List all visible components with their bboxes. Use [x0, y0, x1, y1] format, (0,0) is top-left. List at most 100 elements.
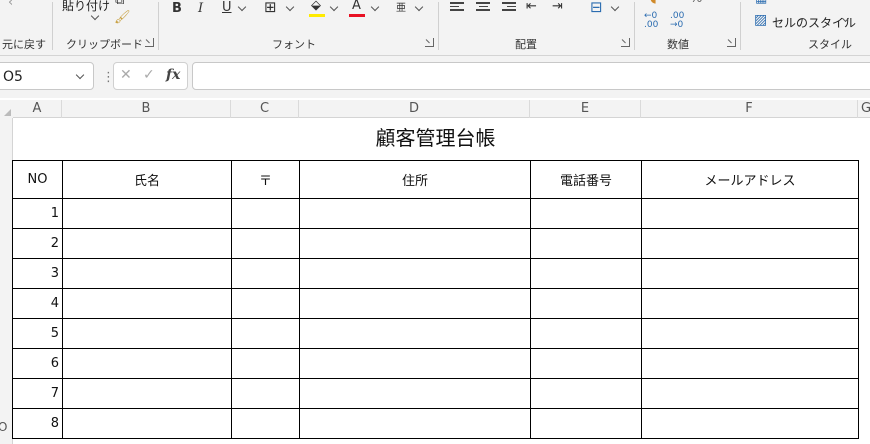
- table-cell[interactable]: [530, 228, 642, 259]
- table-cell[interactable]: [231, 408, 300, 439]
- table-cell[interactable]: [62, 228, 232, 259]
- table-cell[interactable]: [641, 258, 859, 289]
- percent-icon[interactable]: %: [690, 0, 702, 6]
- chevron-down-icon[interactable]: [414, 2, 424, 12]
- fill-color-icon[interactable]: ⬙: [311, 0, 321, 13]
- table-cell[interactable]: [62, 318, 232, 349]
- chevron-down-icon[interactable]: [370, 2, 380, 12]
- table-cell[interactable]: [62, 288, 232, 319]
- paste-button[interactable]: 貼り付け: [62, 0, 110, 14]
- table-cell[interactable]: [641, 408, 859, 439]
- insert-function-button[interactable]: fx: [166, 67, 180, 83]
- border-icon[interactable]: ⊞: [264, 0, 277, 15]
- cell-styles-icon[interactable]: ▨: [754, 13, 767, 27]
- table-cell[interactable]: [530, 258, 642, 289]
- table-cell[interactable]: [62, 198, 232, 229]
- row-number-cell[interactable]: 4: [12, 288, 63, 319]
- chevron-down-icon[interactable]: [329, 2, 339, 12]
- table-cell[interactable]: [530, 288, 642, 319]
- column-header-g[interactable]: G: [858, 100, 870, 118]
- cancel-icon[interactable]: ✕: [120, 67, 132, 83]
- header-no[interactable]: NO: [12, 160, 63, 199]
- header-email[interactable]: メールアドレス: [641, 160, 859, 199]
- table-cell[interactable]: [62, 348, 232, 379]
- table-cell[interactable]: [231, 378, 300, 409]
- table-cell[interactable]: [299, 348, 531, 379]
- table-cell[interactable]: [299, 228, 531, 259]
- phonetic-guide-icon[interactable]: 亜: [396, 2, 406, 16]
- select-all-button[interactable]: [0, 100, 13, 118]
- format-painter-icon[interactable]: 🖌: [114, 11, 131, 25]
- header-address[interactable]: 住所: [299, 160, 531, 199]
- row-number-cell[interactable]: 3: [12, 258, 63, 289]
- increase-indent-icon[interactable]: ⇥: [552, 0, 563, 14]
- table-cell[interactable]: [641, 228, 859, 259]
- table-cell[interactable]: [641, 288, 859, 319]
- header-phone[interactable]: 電話番号: [530, 160, 642, 199]
- table-cell[interactable]: [231, 288, 300, 319]
- table-cell[interactable]: [62, 408, 232, 439]
- table-cell[interactable]: [62, 378, 232, 409]
- table-cell[interactable]: [299, 198, 531, 229]
- table-cell[interactable]: [231, 198, 300, 229]
- column-header-f[interactable]: F: [641, 100, 858, 118]
- sheet-title[interactable]: 顧客管理台帳: [13, 118, 858, 160]
- name-box[interactable]: O5: [0, 62, 94, 90]
- column-header-d[interactable]: D: [299, 100, 530, 118]
- formula-input[interactable]: [192, 62, 870, 90]
- dialog-launcher-icon[interactable]: [145, 38, 154, 47]
- merge-center-icon[interactable]: ⊟: [590, 0, 603, 15]
- table-cell[interactable]: [641, 198, 859, 229]
- font-color-button[interactable]: A: [352, 0, 361, 13]
- table-cell[interactable]: [530, 198, 642, 229]
- table-cell[interactable]: [231, 258, 300, 289]
- chevron-down-icon[interactable]: [237, 2, 247, 12]
- row-number-cell[interactable]: 8: [12, 408, 63, 439]
- table-cell[interactable]: [231, 348, 300, 379]
- table-cell[interactable]: [641, 318, 859, 349]
- row-number-cell[interactable]: 6: [12, 348, 63, 379]
- table-cell[interactable]: [641, 348, 859, 379]
- copy-icon[interactable]: ⧉: [115, 0, 124, 8]
- row-number-cell[interactable]: 1: [12, 198, 63, 229]
- row-header-partial[interactable]: O: [0, 420, 7, 434]
- conditional-format-icon[interactable]: ▦: [755, 0, 767, 6]
- table-cell[interactable]: [641, 378, 859, 409]
- row-number-cell[interactable]: 7: [12, 378, 63, 409]
- table-cell[interactable]: [530, 318, 642, 349]
- table-cell[interactable]: [231, 228, 300, 259]
- table-cell[interactable]: [62, 258, 232, 289]
- table-cell[interactable]: [530, 348, 642, 379]
- table-cell[interactable]: [299, 288, 531, 319]
- chevron-down-icon[interactable]: [610, 2, 620, 12]
- table-cell[interactable]: [530, 408, 642, 439]
- dialog-launcher-icon[interactable]: [727, 38, 736, 47]
- column-header-c[interactable]: C: [231, 100, 299, 118]
- undo-icon[interactable]: ‹: [8, 0, 13, 10]
- increase-decimal-button[interactable]: ←0 .00: [644, 12, 666, 30]
- table-cell[interactable]: [231, 318, 300, 349]
- header-postal[interactable]: 〒: [231, 160, 300, 199]
- dialog-launcher-icon[interactable]: [425, 38, 434, 47]
- row-number-cell[interactable]: 5: [12, 318, 63, 349]
- table-cell[interactable]: [299, 408, 531, 439]
- table-cell[interactable]: [299, 378, 531, 409]
- column-header-e[interactable]: E: [530, 100, 641, 118]
- row-number-cell[interactable]: 2: [12, 228, 63, 259]
- column-header-b[interactable]: B: [62, 100, 231, 118]
- underline-button[interactable]: U: [222, 1, 232, 15]
- bold-button[interactable]: B: [172, 2, 182, 16]
- table-cell[interactable]: [299, 318, 531, 349]
- dialog-launcher-icon[interactable]: [621, 38, 630, 47]
- chevron-down-icon[interactable]: [285, 2, 295, 12]
- decrease-decimal-button[interactable]: .00 →0: [670, 12, 692, 30]
- chevron-down-icon[interactable]: [75, 70, 85, 80]
- accounting-format-icon[interactable]: ◖: [650, 0, 657, 6]
- table-cell[interactable]: [299, 258, 531, 289]
- align-left-icon[interactable]: [450, 2, 464, 14]
- decrease-indent-icon[interactable]: ⇤: [526, 0, 537, 14]
- header-name[interactable]: 氏名: [62, 160, 232, 199]
- enter-icon[interactable]: ✓: [143, 67, 155, 83]
- italic-button[interactable]: I: [198, 2, 203, 16]
- align-right-icon[interactable]: [502, 2, 516, 14]
